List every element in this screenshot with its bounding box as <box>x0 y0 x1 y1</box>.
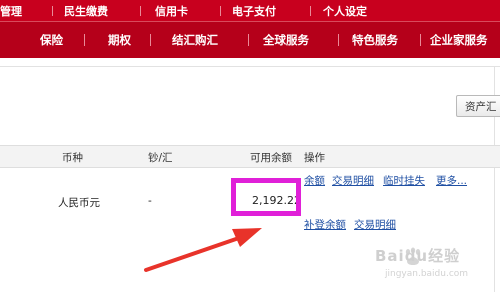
watermark-url: jingyan.baidu.com <box>385 269 469 279</box>
watermark: Baidu经验 jingyan.baidu.com <box>375 245 493 283</box>
watermark-brand: Baidu经验 <box>375 247 461 265</box>
